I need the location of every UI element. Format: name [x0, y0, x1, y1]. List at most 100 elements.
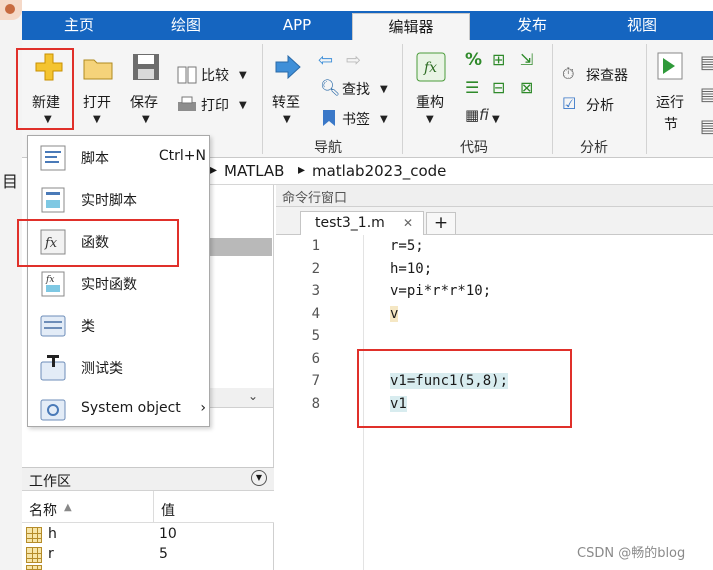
doc-icon[interactable]: ▤ [700, 116, 713, 137]
sort-ascending-icon: ▲ [64, 502, 72, 513]
bookmark-label: 书签 [342, 112, 370, 128]
open-button[interactable]: 打开 ▼ [77, 42, 119, 130]
group-label-analysis: 分析 [580, 140, 608, 156]
menu-item-class[interactable]: 类 [29, 304, 210, 346]
caret-down-icon: ▼ [380, 114, 388, 125]
tab-view[interactable]: 视图 [606, 11, 678, 40]
menu-item-system-object[interactable]: System object › [29, 388, 210, 430]
variable-icon [26, 527, 42, 543]
line-number: 4 [311, 306, 320, 322]
line-number: 5 [311, 328, 320, 344]
caret-down-icon[interactable]: ▼ [492, 114, 500, 125]
tab-publish[interactable]: 发布 [496, 11, 568, 40]
close-icon[interactable]: ✕ [403, 216, 413, 230]
forward-arrow-icon[interactable]: ⇨ [346, 50, 361, 71]
refactor-button[interactable]: fx 重构 ▼ [408, 42, 454, 130]
compare-icon [177, 66, 197, 84]
run-label-1: 运行 [656, 95, 684, 111]
menu-item-test-class[interactable]: 测试类 [29, 346, 210, 388]
insert-function-icon[interactable]: ▦fi [465, 106, 489, 124]
line-number: 3 [311, 283, 320, 299]
decrease-indent-icon[interactable]: ⊠ [520, 78, 533, 97]
command-window-header[interactable]: 命令行窗口 [276, 185, 713, 207]
column-header-name[interactable]: 名称 [29, 500, 57, 520]
printer-icon [178, 96, 196, 111]
menu-item-live-script[interactable]: 实时脚本 [29, 178, 210, 220]
gutter-glyph: 目 [2, 172, 19, 191]
back-arrow-icon[interactable]: ⇦ [318, 50, 333, 71]
code-line[interactable]: v=pi*r*r*10; [390, 283, 491, 299]
avatar [0, 0, 22, 20]
run-section-button[interactable]: 运行 节 [652, 42, 692, 133]
caret-down-icon: ▼ [239, 70, 247, 81]
breadcrumb-item-matlab[interactable]: MATLAB [224, 162, 284, 180]
line-number: 6 [311, 351, 320, 367]
workspace-title: 工作区 [29, 474, 71, 490]
code-line[interactable]: h=10; [390, 261, 432, 277]
table-row[interactable]: h 10 [22, 525, 274, 545]
table-row[interactable] [22, 565, 274, 570]
class-icon [40, 315, 66, 337]
caret-down-icon: ▼ [426, 114, 434, 125]
comment-icon[interactable]: ⊞ [492, 50, 505, 69]
chevron-down-icon[interactable]: ⌄ [248, 389, 258, 403]
var-name: h [48, 526, 57, 542]
bookmark-button[interactable]: 书签 ▼ [318, 108, 394, 130]
workspace-header: 工作区 ▼ [22, 467, 274, 491]
line-number: 8 [311, 396, 320, 412]
tab-editor[interactable]: 编辑器 [352, 13, 470, 42]
find-button[interactable]: 🔍︎ 查找 ▼ [318, 78, 394, 100]
magnifier-icon: 🔍︎ [320, 78, 341, 97]
doc-icon[interactable]: ▤ [700, 84, 713, 105]
function-icon: fx [416, 52, 446, 82]
menu-item-shortcut: Ctrl+N [158, 148, 206, 164]
table-row[interactable]: r 5 [22, 545, 274, 565]
disk-icon [133, 54, 159, 80]
goto-button[interactable]: 转至 ▼ [268, 42, 308, 130]
save-label: 保存 [130, 95, 158, 111]
menu-item-label: 测试类 [81, 361, 123, 377]
print-button[interactable]: 打印 ▼ [175, 94, 255, 116]
analyze-button[interactable]: ☑ 分析 [560, 94, 638, 116]
caret-down-icon: ▼ [93, 114, 101, 125]
indent-icon[interactable]: ☰ [465, 78, 479, 97]
breadcrumb-item-code-folder[interactable]: matlab2023_code [312, 162, 446, 180]
profiler-button[interactable]: ⏱ 探查器 [560, 64, 638, 86]
doc-icon[interactable]: ▤ [700, 52, 713, 73]
smart-indent-icon[interactable]: ⊟ [492, 78, 505, 97]
line-number: 7 [311, 373, 320, 389]
column-header-value[interactable]: 值 [161, 500, 175, 520]
code-line[interactable]: v [390, 306, 399, 322]
compare-button[interactable]: 比较 ▼ [175, 64, 255, 86]
watermark: CSDN @畅的blog [577, 546, 686, 561]
test-class-icon [40, 355, 66, 381]
menu-item-script[interactable]: 脚本 Ctrl+N [29, 136, 210, 178]
goto-arrow-icon [275, 54, 301, 80]
tab-home[interactable]: 主页 [40, 11, 118, 40]
tab-test3-1[interactable]: test3_1.m ✕ [300, 211, 424, 236]
new-file-menu: 脚本 Ctrl+N 实时脚本 fx 函数 fx 实时函数 类 测试类 Syste… [27, 135, 210, 427]
stopwatch-icon: ⏱ [562, 64, 575, 83]
selected-file-row[interactable] [210, 238, 272, 256]
checklist-icon: ☑ [562, 94, 577, 113]
caret-down-icon: ▼ [142, 114, 150, 125]
group-label-navigate: 导航 [314, 140, 342, 156]
tab-plots[interactable]: 绘图 [150, 11, 222, 40]
variable-icon [26, 565, 42, 570]
menu-item-label: 实时函数 [81, 277, 137, 293]
menu-item-live-function[interactable]: fx 实时函数 [29, 262, 210, 304]
goto-label: 转至 [272, 95, 300, 111]
tab-apps[interactable]: APP [262, 11, 332, 40]
save-button[interactable]: 保存 ▼ [124, 42, 168, 130]
code-line[interactable]: r=5; [390, 238, 424, 254]
var-value: 10 [159, 526, 177, 542]
breadcrumb-separator: ▸ [210, 162, 218, 178]
open-label: 打开 [83, 95, 111, 111]
workspace-menu-icon[interactable]: ▼ [251, 470, 267, 486]
run-section-icon [657, 52, 683, 80]
line-number: 1 [311, 238, 320, 254]
add-tab-button[interactable]: + [426, 212, 456, 234]
percent-icon[interactable]: % [465, 50, 482, 70]
wrap-comment-icon[interactable]: ⇲ [520, 50, 533, 69]
variable-icon [26, 547, 42, 563]
